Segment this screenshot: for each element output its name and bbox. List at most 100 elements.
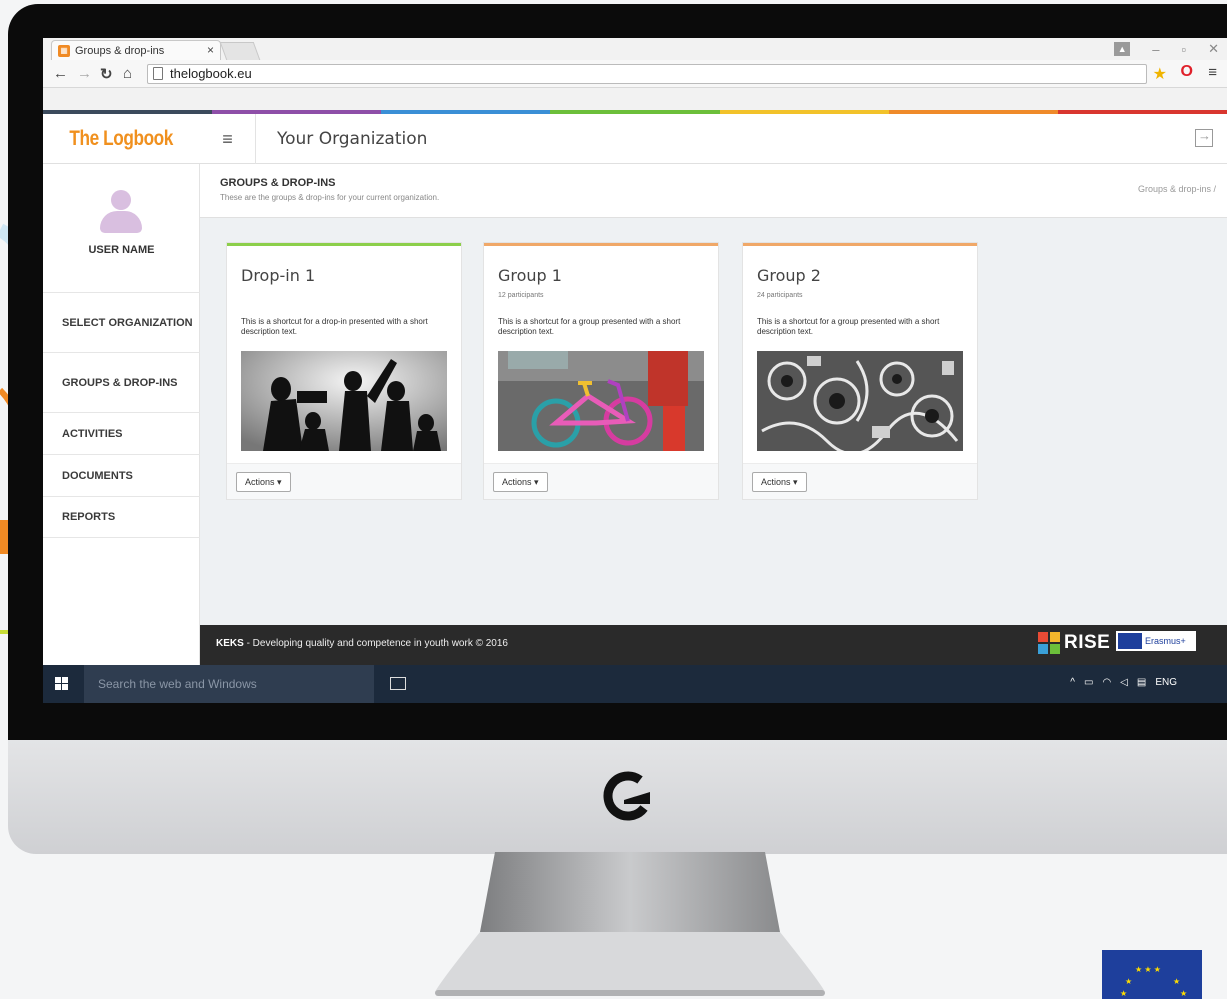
- photo-silhouettes: [241, 351, 447, 451]
- wifi-icon[interactable]: ◠: [1102, 677, 1111, 688]
- browser-tab[interactable]: ▦ Groups & drop-ins ×: [51, 40, 221, 60]
- rise-square: [1050, 644, 1060, 654]
- bookmark-bar: [43, 88, 1227, 110]
- card-image-silhouettes[interactable]: [241, 351, 447, 451]
- start-tile: [62, 677, 68, 683]
- browser-tabbar: ▦ Groups & drop-ins × ▲ – ▫ ✕: [43, 38, 1227, 60]
- windows-start-icon[interactable]: [55, 677, 69, 691]
- sidebar-item-groups-drop-ins[interactable]: GROUPS & DROP-INS: [43, 352, 200, 412]
- rise-logo-icon: [1038, 632, 1060, 654]
- page-icon: [153, 67, 163, 80]
- svg-text:★: ★: [1120, 989, 1127, 998]
- erasmus-logo[interactable]: Erasmus+: [1116, 631, 1196, 651]
- logout-icon[interactable]: [1195, 128, 1213, 147]
- svg-text:★: ★: [1125, 977, 1132, 986]
- volume-icon[interactable]: ◁: [1120, 677, 1128, 688]
- url-input[interactable]: thelogbook.eu: [147, 64, 1147, 84]
- card-accent: [743, 243, 977, 246]
- battery-icon[interactable]: ▭: [1084, 677, 1093, 688]
- erasmus-text: Erasmus+: [1145, 636, 1186, 646]
- app-logo[interactable]: The Logbook: [43, 114, 200, 164]
- sidebar-item-reports[interactable]: REPORTS: [43, 496, 200, 538]
- new-tab-button[interactable]: [219, 42, 261, 60]
- footer-copy: - Developing quality and competence in y…: [243, 638, 508, 649]
- browser-menu-icon[interactable]: ≡: [1208, 64, 1217, 81]
- card-footer: Actions ▾: [743, 463, 977, 499]
- rise-square: [1050, 632, 1060, 642]
- sidebar-item-select-organization[interactable]: SELECT ORGANIZATION: [43, 292, 200, 352]
- svg-text:★: ★: [1180, 989, 1187, 998]
- forward-icon[interactable]: →: [77, 65, 92, 82]
- card-footer: Actions ▾: [227, 463, 461, 499]
- rise-text: RISE: [1064, 632, 1111, 653]
- actions-dropdown-button[interactable]: Actions ▾: [236, 472, 291, 492]
- url-text: thelogbook.eu: [170, 66, 252, 81]
- card-accent: [484, 243, 718, 246]
- task-view-icon[interactable]: [390, 677, 406, 690]
- photo-graffiti: [757, 351, 963, 451]
- rise-square: [1038, 644, 1048, 654]
- svg-text:★ ★ ★: ★ ★ ★: [1135, 965, 1161, 974]
- card-meta: 24 participants: [757, 292, 803, 299]
- rise-logo[interactable]: RISE: [1038, 630, 1110, 656]
- card-accent: [227, 243, 461, 246]
- notifications-icon[interactable]: ▤: [1137, 677, 1146, 688]
- user-name: USER NAME: [88, 244, 155, 256]
- sidebar-item-activities[interactable]: ACTIVITIES: [43, 412, 200, 454]
- close-window-icon[interactable]: ✕: [1208, 41, 1219, 57]
- monitor-stand: [435, 852, 825, 996]
- svg-text:★: ★: [1173, 977, 1180, 986]
- back-icon[interactable]: ←: [53, 65, 68, 82]
- page-title: GROUPS & DROP-INS: [220, 177, 336, 189]
- system-tray: ^ ▭ ◠ ◁ ▤ ENG: [1070, 677, 1177, 688]
- actions-dropdown-button[interactable]: Actions ▾: [493, 472, 548, 492]
- card-footer: Actions ▾: [484, 463, 718, 499]
- photo-bicycle: [498, 351, 704, 451]
- home-icon[interactable]: ⌂: [123, 65, 132, 82]
- logo-text: The Logbook: [69, 126, 174, 150]
- language-indicator[interactable]: ENG: [1155, 677, 1177, 688]
- minimize-icon[interactable]: –: [1152, 42, 1159, 57]
- card-description: This is a shortcut for a group presented…: [498, 317, 681, 336]
- taskbar-search-input[interactable]: Search the web and Windows: [84, 665, 374, 703]
- app-topbar: ≡ Your Organization: [200, 114, 1227, 164]
- avatar[interactable]: [100, 190, 142, 234]
- chevron-up-icon[interactable]: ^: [1070, 677, 1075, 688]
- tab-title: Groups & drop-ins: [75, 44, 165, 57]
- app-footer: KEKS - Developing quality and competence…: [200, 625, 1227, 665]
- eu-flag-icon: [1118, 633, 1142, 649]
- sidebar: USER NAME SELECT ORGANIZATION GROUPS & D…: [43, 164, 200, 703]
- rise-square: [1038, 632, 1048, 642]
- actions-dropdown-button[interactable]: Actions ▾: [752, 472, 807, 492]
- card-image-graffiti[interactable]: [757, 351, 963, 451]
- card-drop-in-1[interactable]: Drop-in 1 This is a shortcut for a drop-…: [226, 242, 462, 500]
- card-group-1[interactable]: Group 1 12 participants This is a shortc…: [483, 242, 719, 500]
- opera-icon[interactable]: O: [1181, 63, 1193, 81]
- card-meta: 12 participants: [498, 292, 544, 299]
- organization-title: Your Organization: [277, 129, 428, 149]
- favicon-icon: ▦: [58, 44, 70, 57]
- tab-close-icon[interactable]: ×: [207, 43, 214, 57]
- reload-icon[interactable]: ↻: [100, 65, 113, 83]
- footer-text: KEKS - Developing quality and competence…: [216, 638, 508, 649]
- start-tile: [55, 677, 61, 683]
- card-image-bicycle[interactable]: [498, 351, 704, 451]
- sidebar-item-documents[interactable]: DOCUMENTS: [43, 454, 200, 496]
- main-content: Drop-in 1 This is a shortcut for a drop-…: [200, 218, 1227, 625]
- screen: ▦ Groups & drop-ins × ▲ – ▫ ✕ ← → ↻ ⌂ th…: [43, 38, 1227, 703]
- restore-icon[interactable]: ▫: [1181, 42, 1186, 57]
- card-group-2[interactable]: Group 2 24 participants This is a shortc…: [742, 242, 978, 500]
- page-subtitle: These are the groups & drop-ins for your…: [220, 193, 440, 202]
- start-tile: [55, 684, 61, 690]
- card-title[interactable]: Drop-in 1: [241, 266, 315, 285]
- avatar-body: [100, 211, 142, 233]
- card-title[interactable]: Group 2: [757, 266, 821, 285]
- footer-brand: KEKS: [216, 638, 244, 649]
- profile-icon[interactable]: ▲: [1114, 42, 1131, 56]
- breadcrumb[interactable]: Groups & drop-ins /: [1138, 184, 1216, 194]
- bookmark-star-icon[interactable]: ★: [1153, 64, 1167, 84]
- hamburger-menu-icon[interactable]: ≡: [200, 114, 256, 164]
- card-title[interactable]: Group 1: [498, 266, 562, 285]
- start-tile: [62, 684, 68, 690]
- page-header: GROUPS & DROP-INS These are the groups &…: [200, 164, 1227, 218]
